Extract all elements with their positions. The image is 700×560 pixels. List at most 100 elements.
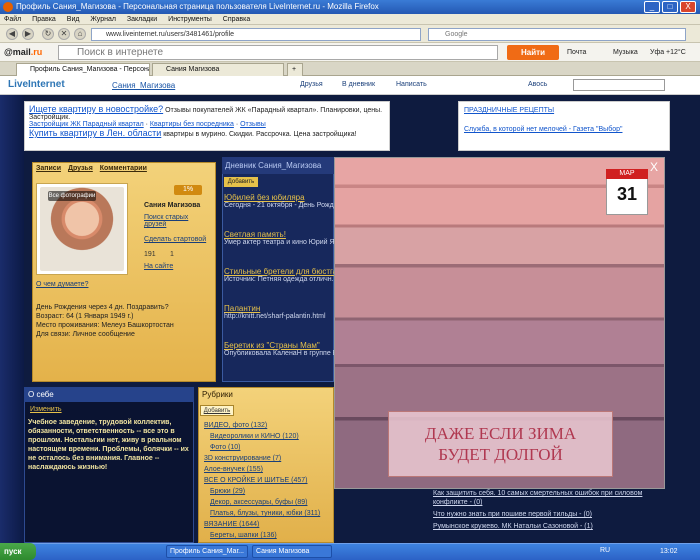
to-diary-link[interactable]: В дневник — [342, 81, 375, 88]
diary-post-title[interactable]: Палантин — [224, 305, 334, 313]
tab-posts[interactable]: Записи — [36, 165, 61, 172]
taskbar-item-firefox[interactable]: Профиль Сания_Маг... — [166, 545, 248, 558]
home-icon[interactable]: ⌂ — [74, 28, 86, 40]
menu-file[interactable]: Файл — [4, 16, 21, 23]
birthday-line: День Рождения через 4 дн. Поздравить? — [36, 304, 169, 311]
find-button[interactable]: Найти — [507, 45, 559, 60]
mailru-search-input[interactable]: Поиск в интернете — [58, 45, 498, 60]
rubric-item[interactable]: Декор, аксессуары, буфы (89) — [210, 498, 307, 507]
popup-caption: ДАЖЕ ЕСЛИ ЗИМА БУДЕТ ДОЛГОЙ — [388, 411, 613, 477]
ad-link-1[interactable]: Ищете квартиру в новостройке? — [29, 104, 163, 114]
rubric-label[interactable]: Береты, шапки (136) — [210, 532, 277, 539]
tab-friends[interactable]: Друзья — [68, 165, 93, 172]
rubric-label[interactable]: 3D конструирование (7) — [204, 455, 281, 462]
status-prompt[interactable]: О чем думаете? — [36, 281, 88, 288]
weather-widget[interactable]: Уфа +12°C — [650, 49, 686, 56]
rubric-label[interactable]: Фото (10) — [210, 444, 240, 451]
rubric-item[interactable]: Видеоролики и КИНО (120) — [210, 432, 299, 441]
rubric-label[interactable]: Алое-внучек (155) — [204, 466, 263, 473]
liveinternet-logo[interactable]: LiveInternet — [8, 79, 65, 90]
tab-profile[interactable]: Профиль Сания_Магизова - Персональ... — [16, 63, 150, 76]
address-bar[interactable]: www.liveinternet.ru/users/3481461/profil… — [91, 28, 421, 41]
start-button[interactable]: пуск — [0, 543, 36, 560]
find-friends-link[interactable]: Поиск старых друзей — [144, 214, 204, 228]
current-user-link[interactable]: Сания_Магизова — [112, 81, 175, 90]
ad-sublink-3[interactable]: Отзывы — [240, 121, 266, 128]
rubrics-title: Рубрики — [202, 390, 233, 399]
forward-icon[interactable]: ▶ — [22, 28, 34, 40]
friends-link[interactable]: Друзья — [300, 81, 323, 88]
rubric-label[interactable]: ВЯЗАНИЕ (1644) — [204, 521, 259, 528]
tab-sania[interactable]: Сания Магизова — [152, 63, 284, 76]
stop-icon[interactable]: ✕ — [58, 28, 70, 40]
make-start-link[interactable]: Сделать стартовой — [144, 236, 206, 243]
rubric-item[interactable]: ВИДЕО, фото (132) — [204, 421, 267, 430]
diary-post[interactable]: Стильные бретели для бюстга... Источник: … — [224, 268, 334, 284]
mailru-logo[interactable]: @mail.ru — [4, 47, 42, 57]
mail-link[interactable]: Почта — [567, 49, 586, 56]
diary-post-desc: Источник: Петняя одежда отличн... — [224, 276, 334, 283]
diary-post[interactable]: Юбилей без юбиляра Сегодня - 21 октября -… — [224, 194, 334, 210]
language-indicator[interactable]: RU — [600, 547, 610, 554]
rubric-label[interactable]: Платья, блузы, туники, юбки (311) — [210, 510, 320, 517]
menu-history[interactable]: Журнал — [90, 16, 116, 23]
tab-comments[interactable]: Комментарии — [100, 165, 147, 172]
li-search-input[interactable] — [573, 79, 665, 91]
all-photos-button[interactable]: Все фотографии — [48, 191, 96, 201]
taskbar-item-sania[interactable]: Сания Магизова — [252, 545, 332, 558]
list-item[interactable]: Что нужно знать при пошиве первой тильды… — [433, 510, 663, 519]
close-window-button[interactable]: X — [680, 1, 696, 13]
diary-add-button[interactable]: Добавить — [224, 177, 258, 187]
rubric-label[interactable]: ВСЕ О КРОЙКЕ И ШИТЬЕ (457) — [204, 477, 308, 484]
popup-close-icon[interactable]: X — [650, 160, 658, 174]
write-link[interactable]: Написать — [396, 81, 427, 88]
about-edit-link[interactable]: Изменить — [30, 406, 62, 413]
new-tab-button[interactable]: + — [287, 63, 303, 76]
music-link[interactable]: Музыка — [613, 49, 638, 56]
rubric-label[interactable]: Видеоролики и КИНО (120) — [210, 433, 299, 440]
rubric-label[interactable]: Декор, аксессуары, буфы (89) — [210, 499, 307, 506]
diary-post-title[interactable]: Светлая память! — [224, 231, 334, 239]
menu-help[interactable]: Справка — [223, 16, 250, 23]
rubric-item[interactable]: Платья, блузы, туники, юбки (311) — [210, 509, 320, 518]
menu-edit[interactable]: Правка — [32, 16, 56, 23]
newspaper-link[interactable]: Служба, в которой нет мелочей - Газета "… — [464, 126, 622, 133]
tab-bar: Профиль Сания_Магизова - Персональ... Са… — [0, 62, 700, 76]
rubric-item[interactable]: ВСЕ О КРОЙКЕ И ШИТЬЕ (457) — [204, 476, 308, 485]
rubric-label[interactable]: ВИДЕО, фото (132) — [204, 422, 267, 429]
ad-block: Ищете квартиру в новостройке? Отзывы пок… — [24, 101, 390, 151]
google-search-input[interactable]: Google — [428, 28, 686, 41]
clock: 13:02 — [660, 548, 678, 555]
menu-view[interactable]: Вид — [67, 16, 80, 23]
diary-post[interactable]: Палантин http://knitt.net/sharf-palantin.… — [224, 305, 334, 321]
ad-sublink-2[interactable]: Квартиры без посредника — [150, 121, 234, 128]
rubric-item[interactable]: Алое-внучек (155) — [204, 465, 263, 474]
list-item-link[interactable]: Как защитить себя. 10 самых смертельных … — [433, 490, 642, 506]
list-item-link[interactable]: Что нужно знать при пошиве первой тильды… — [433, 511, 592, 518]
menu-bookmarks[interactable]: Закладки — [127, 16, 157, 23]
rubric-item[interactable]: Фото (10) — [210, 443, 240, 452]
ad-sublink-1[interactable]: Застройщик ЖК Парадный квартал — [29, 121, 144, 128]
menu-tools[interactable]: Инструменты — [168, 16, 212, 23]
rubric-item[interactable]: Береты, шапки (136) — [210, 531, 277, 540]
rubric-item[interactable]: 3D конструирование (7) — [204, 454, 281, 463]
avos-link[interactable]: Авось — [528, 81, 547, 88]
rubric-label[interactable]: Брюки (29) — [210, 488, 245, 495]
diary-post[interactable]: Беретик из "Страны Мам" Опубликовала Кале… — [224, 342, 334, 358]
maximize-button[interactable]: □ — [662, 1, 678, 13]
diary-post[interactable]: Светлая память! Умер актер театра и кино … — [224, 231, 334, 247]
diary-post-title[interactable]: Юбилей без юбиляра — [224, 194, 334, 202]
list-item[interactable]: Как защитить себя. 10 самых смертельных … — [433, 489, 663, 507]
rubric-item[interactable]: ВЯЗАНИЕ (1644) — [204, 520, 259, 529]
recipes-link[interactable]: ПРАЗДНИЧНЫЕ РЕЦЕПТЫ — [464, 107, 554, 114]
minimize-button[interactable]: _ — [644, 1, 660, 13]
ad-link-2[interactable]: Купить квартиру в Лен. области — [29, 128, 161, 138]
diary-post-title[interactable]: Стильные бретели для бюстга... — [224, 268, 334, 276]
rubric-item[interactable]: Брюки (29) — [210, 487, 245, 496]
diary-post-title[interactable]: Беретик из "Страны Мам" — [224, 342, 334, 350]
list-item-link[interactable]: Румынское кружево. МК Натальи Сазоновой … — [433, 523, 593, 530]
list-item[interactable]: Румынское кружево. МК Натальи Сазоновой … — [433, 522, 663, 531]
rubrics-add-button[interactable]: Добавить — [200, 405, 234, 416]
back-icon[interactable]: ◀ — [6, 28, 18, 40]
reload-icon[interactable]: ↻ — [42, 28, 54, 40]
